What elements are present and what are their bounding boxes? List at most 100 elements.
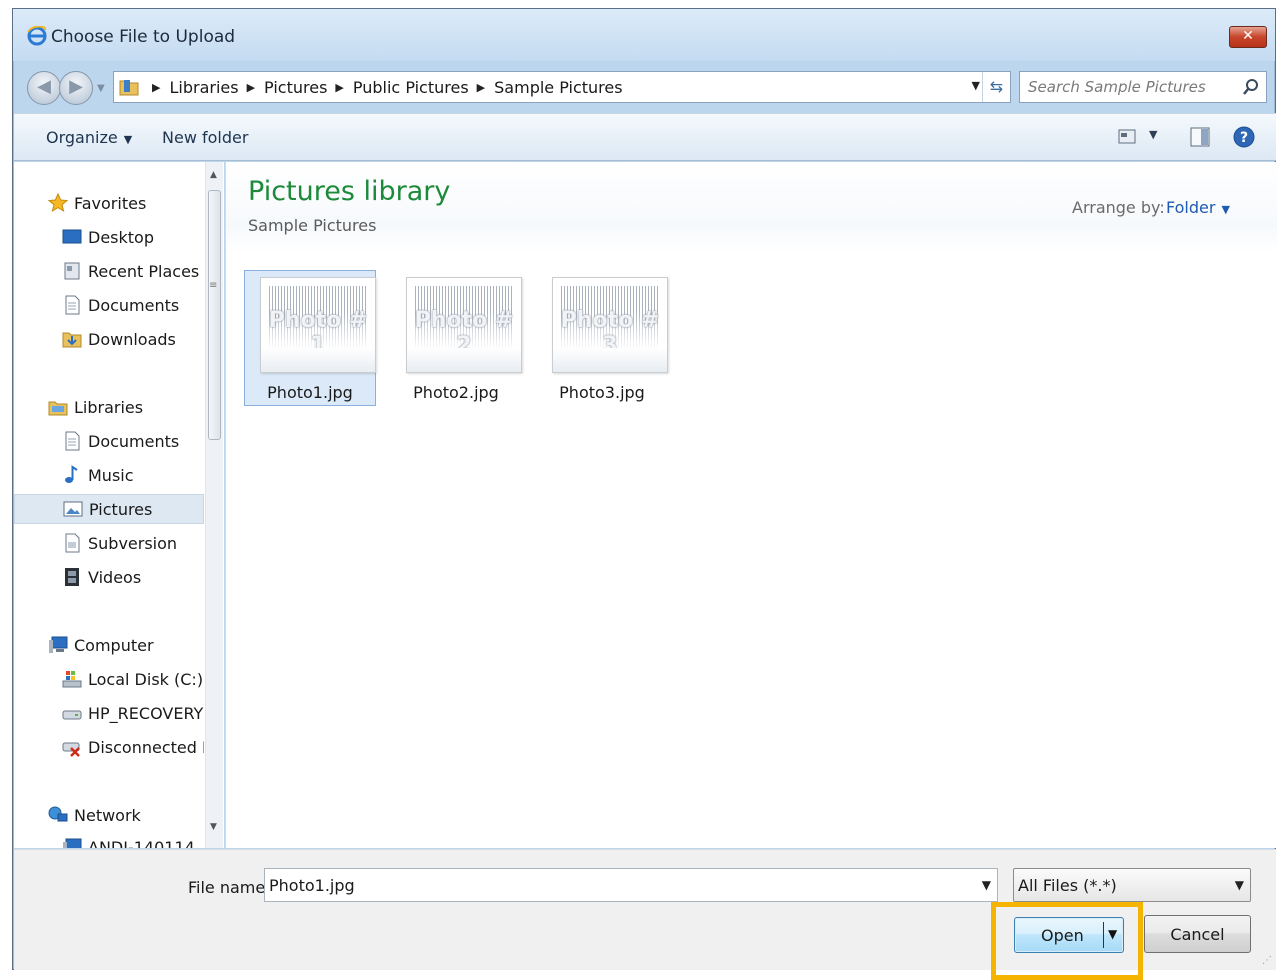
document-icon xyxy=(65,295,80,315)
nav-item-desktop[interactable]: Desktop xyxy=(14,222,204,252)
search-box[interactable] xyxy=(1019,71,1267,103)
navigation-pane: Favorites Desktop Recent Places Document… xyxy=(14,162,224,848)
arrange-by-value: Folder xyxy=(1166,198,1216,217)
nav-item-library-documents[interactable]: Documents xyxy=(14,426,204,456)
command-toolbar: Organize ▼ New folder ▼ ? xyxy=(14,113,1276,161)
new-folder-button[interactable]: New folder xyxy=(162,128,248,147)
refresh-button[interactable]: ⇆ xyxy=(982,72,1010,102)
local-disk-icon xyxy=(62,671,82,688)
resize-grip-icon[interactable]: ⋰ xyxy=(1262,955,1272,966)
title-bar[interactable]: Choose File to Upload ✕ xyxy=(13,9,1275,61)
image-thumbnail: Photo # 1 xyxy=(260,277,376,373)
arrange-by-dropdown[interactable]: Folder ▼ xyxy=(1166,198,1230,217)
chevron-right-icon[interactable]: ▶ xyxy=(477,81,485,94)
nav-item-andi-computer[interactable]: ANDI-140114 xyxy=(14,832,204,848)
navigation-scrollbar[interactable]: ▲ ≡ ▼ xyxy=(205,162,223,848)
nav-item-documents[interactable]: Documents xyxy=(14,290,204,320)
nav-item-downloads[interactable]: Downloads xyxy=(14,324,204,354)
dialog-footer: File name: ▼ All Files (*.*) ▼ Open ▼ Ca… xyxy=(14,849,1276,980)
chevron-down-icon: ▼ xyxy=(1221,203,1230,216)
chevron-down-icon[interactable]: ▼ xyxy=(982,878,991,892)
search-input[interactable] xyxy=(1020,72,1240,102)
nav-item-network[interactable]: Network xyxy=(14,800,204,830)
address-bar[interactable]: ▶ Libraries ▶ Pictures ▶ Public Pictures… xyxy=(113,71,1011,103)
file-item-photo3[interactable]: Photo # 3 Photo3.jpg xyxy=(536,270,668,406)
close-icon: ✕ xyxy=(1242,28,1254,44)
cancel-button[interactable]: Cancel xyxy=(1144,915,1251,953)
scroll-down-icon[interactable]: ▼ xyxy=(210,822,217,832)
file-name: Photo1.jpg xyxy=(267,383,353,402)
nav-item-videos[interactable]: Videos xyxy=(14,562,204,592)
recent-places-icon xyxy=(64,262,80,280)
chevron-right-icon[interactable]: ▶ xyxy=(335,81,343,94)
file-upload-dialog: Choose File to Upload ✕ ◀ ▶ ▼ ▶ Librarie… xyxy=(12,8,1277,980)
computer-icon xyxy=(63,838,82,848)
preview-pane-icon[interactable] xyxy=(1189,126,1211,148)
nav-label: Pictures xyxy=(89,499,153,519)
nav-label: Computer xyxy=(74,635,154,655)
window-title: Choose File to Upload xyxy=(51,27,236,47)
nav-item-pictures[interactable]: Pictures xyxy=(14,494,204,524)
subversion-icon xyxy=(65,533,80,553)
nav-item-recent-places[interactable]: Recent Places xyxy=(14,256,204,286)
folder-icon xyxy=(119,80,139,96)
nav-label: Network xyxy=(74,805,141,825)
breadcrumb-sample-pictures[interactable]: Sample Pictures xyxy=(494,78,622,97)
scroll-grip-icon: ≡ xyxy=(209,280,218,291)
change-view-icon[interactable] xyxy=(1118,128,1138,146)
forward-button[interactable]: ▶ xyxy=(59,71,93,105)
file-item-photo2[interactable]: Photo # 2 Photo2.jpg xyxy=(390,270,522,406)
desktop-icon xyxy=(62,229,82,244)
refresh-icon: ⇆ xyxy=(989,77,1004,96)
file-type-value: All Files (*.*) xyxy=(1018,876,1117,895)
close-button[interactable]: ✕ xyxy=(1229,26,1267,48)
file-name-label: File name: xyxy=(188,878,271,897)
document-icon xyxy=(65,431,80,451)
breadcrumb-public-pictures[interactable]: Public Pictures xyxy=(353,78,469,97)
file-type-select[interactable]: All Files (*.*) ▼ xyxy=(1013,868,1251,902)
file-name-combobox[interactable]: ▼ xyxy=(264,868,998,902)
search-icon[interactable] xyxy=(1242,78,1260,96)
image-thumbnail: Photo # 3 xyxy=(552,277,668,373)
back-arrow-icon: ◀ xyxy=(37,76,51,97)
file-item-photo1[interactable]: Photo # 1 Photo1.jpg xyxy=(244,270,376,406)
nav-item-local-disk[interactable]: Local Disk (C:) xyxy=(14,664,204,694)
help-icon[interactable]: ? xyxy=(1233,126,1255,148)
nav-item-disconnected-network-drive[interactable]: Disconnected Ne xyxy=(14,732,204,762)
nav-label: Documents xyxy=(88,431,180,451)
file-name-input[interactable] xyxy=(265,869,965,901)
nav-item-libraries[interactable]: Libraries xyxy=(14,392,204,422)
disconnected-drive-icon xyxy=(62,742,80,757)
internet-explorer-icon xyxy=(27,26,47,46)
library-header: Pictures library Sample Pictures Arrange… xyxy=(226,162,1277,254)
scrollbar-thumb[interactable] xyxy=(208,190,221,440)
nav-item-favorites[interactable]: Favorites xyxy=(14,188,204,218)
view-options-dropdown-icon[interactable]: ▼ xyxy=(1149,128,1157,141)
thumbnail-shade xyxy=(553,348,667,372)
file-name: Photo3.jpg xyxy=(559,383,645,402)
nav-item-subversion[interactable]: Subversion xyxy=(14,528,204,558)
drive-icon xyxy=(62,710,82,720)
computer-icon xyxy=(49,636,68,653)
chevron-right-icon[interactable]: ▶ xyxy=(247,81,255,94)
chevron-right-icon[interactable]: ▶ xyxy=(152,81,160,94)
star-icon xyxy=(48,193,68,213)
scroll-up-icon[interactable]: ▲ xyxy=(210,170,217,180)
nav-label: Subversion xyxy=(88,533,178,553)
breadcrumb-libraries[interactable]: Libraries xyxy=(169,78,238,97)
thumbnail-shade xyxy=(261,348,375,372)
back-button[interactable]: ◀ xyxy=(27,71,61,105)
nav-item-music[interactable]: Music xyxy=(14,460,204,490)
address-dropdown-icon[interactable]: ▼ xyxy=(972,79,980,92)
thumbnail-shade xyxy=(407,348,521,372)
downloads-folder-icon xyxy=(62,332,82,348)
chevron-down-icon: ▼ xyxy=(1234,878,1244,892)
recent-locations-dropdown[interactable]: ▼ xyxy=(97,83,109,95)
nav-item-computer[interactable]: Computer xyxy=(14,630,204,660)
image-thumbnail: Photo # 2 xyxy=(406,277,522,373)
organize-button[interactable]: Organize ▼ xyxy=(46,128,132,147)
breadcrumb-pictures[interactable]: Pictures xyxy=(264,78,327,97)
file-list-pane[interactable]: Pictures library Sample Pictures Arrange… xyxy=(225,162,1277,848)
nav-label: Recent Places xyxy=(88,261,200,281)
nav-item-hp-recovery[interactable]: HP_RECOVERY (D xyxy=(14,698,204,728)
